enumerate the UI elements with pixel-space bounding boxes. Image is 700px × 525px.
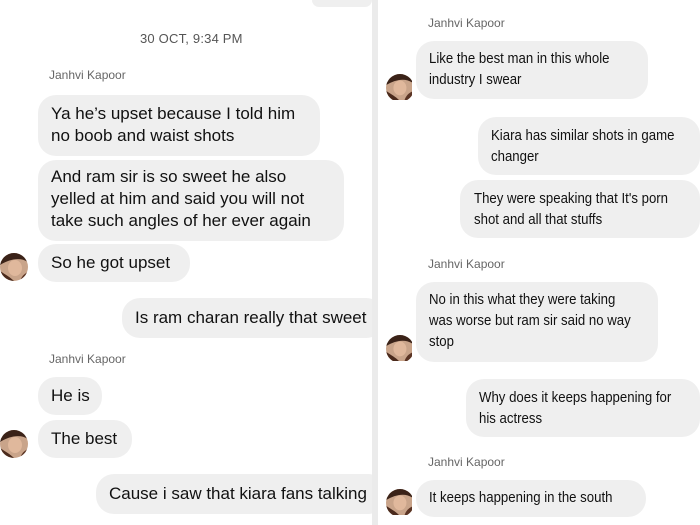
sender-name: Janhvi Kapoor [428,16,505,30]
sender-name: Janhvi Kapoor [49,68,126,82]
incoming-message[interactable]: And ram sir is so sweet he also yelled a… [38,160,344,241]
message-line: take such angles of her ever again [51,211,311,230]
outgoing-message[interactable]: They were speaking that It's porn shot a… [460,180,700,238]
sender-avatar[interactable] [386,489,414,517]
message-line: shot and all that stuffs [474,211,603,228]
avatar-photo-icon [386,489,412,515]
message-line: Is ram charan really that sweet [135,308,367,327]
sender-name: Janhvi Kapoor [49,352,126,366]
message-line: was worse but ram sir said no way [429,312,631,329]
sender-name: Janhvi Kapoor [428,257,505,271]
incoming-message[interactable]: Like the best man in this whole industry… [416,41,648,99]
message-line: It keeps happening in the south [429,489,613,506]
message-line: They were speaking that It's porn [474,190,669,207]
incoming-message[interactable]: No in this what they were taking was wor… [416,282,658,362]
outgoing-message[interactable]: Why does it keeps happening for his actr… [466,379,700,437]
avatar-photo-icon [386,335,412,361]
sender-avatar[interactable] [0,253,28,281]
incoming-message[interactable]: It keeps happening in the south [416,480,646,517]
outgoing-message[interactable]: Cause i saw that kiara fans talking [96,474,372,514]
message-line: stop [429,333,454,350]
sender-avatar[interactable] [386,74,414,102]
message-line: Like the best man in this whole [429,50,610,67]
message-line: He is [51,386,90,405]
message-line: Cause i saw that kiara fans talking [109,484,367,503]
message-line: No in this what they were taking [429,291,616,308]
message-line: industry I swear [429,71,522,88]
message-line: Why does it keeps happening for [479,389,672,406]
message-line: Kiara has similar shots in game [491,127,675,144]
message-line: So he got upset [51,253,171,272]
incoming-message[interactable]: The best [38,420,132,458]
sender-avatar[interactable] [0,430,28,458]
message-line: changer [491,148,539,165]
avatar-photo-icon [386,74,412,100]
timestamp: 30 OCT, 9:34 PM [140,31,243,46]
left-chat-panel: 30 OCT, 9:34 PM Janhvi Kapoor Ya he’s up… [0,0,372,525]
incoming-message[interactable]: Ya he’s upset because I told him no boob… [38,95,320,156]
message-line: And ram sir is so sweet he also [51,167,287,186]
message-line: The best [51,429,118,448]
avatar-photo-icon [0,253,28,281]
incoming-message[interactable]: So he got upset [38,244,190,282]
message-line: yelled at him and said you will not [51,189,305,208]
message-line: Ya he’s upset because I told him [51,104,296,123]
outgoing-message[interactable]: Kiara has similar shots in game changer [478,117,700,175]
sender-name: Janhvi Kapoor [428,455,505,469]
sender-avatar[interactable] [386,335,414,363]
outgoing-message[interactable]: Is ram charan really that sweet [122,298,372,338]
avatar-photo-icon [0,430,28,458]
right-chat-panel: Janhvi Kapoor Like the best man in this … [378,0,700,525]
message-line: no boob and waist shots [51,126,235,145]
message-line: his actress [479,410,543,427]
incoming-message[interactable]: He is [38,377,102,415]
previous-message-stub [312,0,372,7]
